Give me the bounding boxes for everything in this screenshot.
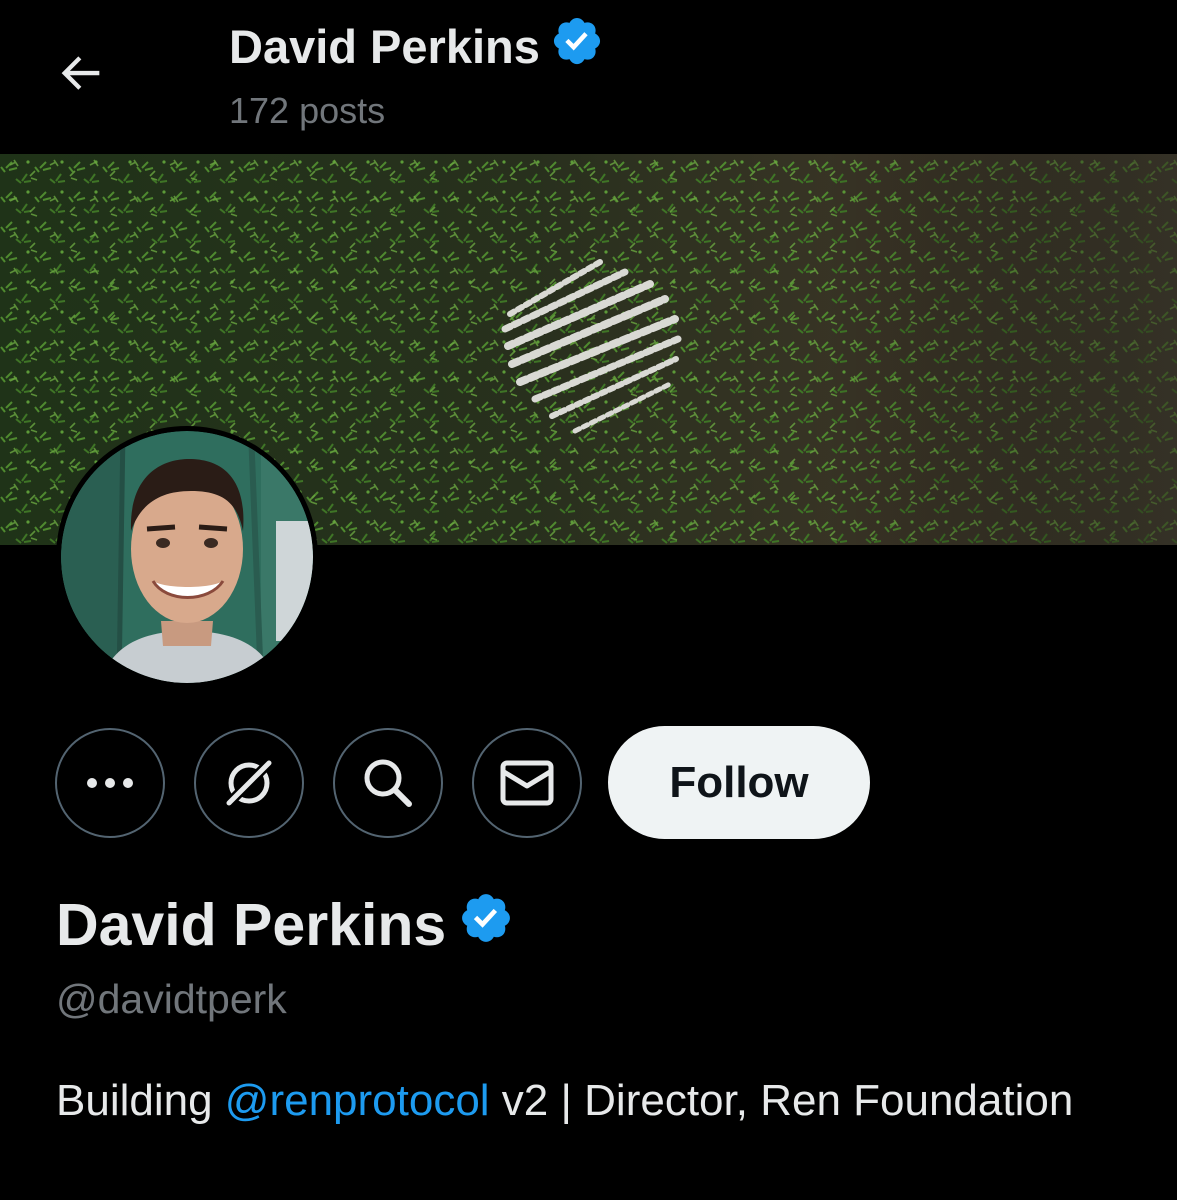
header-title: David Perkins — [229, 20, 540, 73]
bio-suffix: v2 | Director, Ren Foundation — [489, 1076, 1074, 1125]
post-count: 172 posts — [229, 90, 386, 131]
envelope-icon — [500, 760, 554, 805]
search-button[interactable] — [333, 727, 443, 838]
profile-actions: Follow — [55, 726, 870, 839]
verified-badge-icon — [550, 14, 604, 79]
bio-prefix: Building — [56, 1076, 225, 1125]
header-title-row: David Perkins — [229, 14, 604, 79]
profile-bio: Building @renprotocol v2 | Director, Ren… — [56, 1070, 1136, 1131]
grok-icon — [223, 756, 275, 809]
bio-mention-link[interactable]: @renprotocol — [225, 1076, 490, 1125]
top-bar: David Perkins 172 posts — [0, 0, 1177, 154]
arrow-left-icon — [61, 56, 100, 90]
more-horizontal-icon — [87, 777, 133, 788]
verified-badge-icon[interactable] — [458, 890, 514, 960]
more-button[interactable] — [55, 727, 165, 838]
search-icon — [364, 759, 412, 807]
grok-button[interactable] — [194, 727, 304, 838]
follow-button[interactable]: Follow — [608, 726, 870, 839]
profile-name-row: David Perkins — [56, 890, 514, 960]
profile-handle: @davidtperk — [56, 976, 287, 1022]
message-button[interactable] — [472, 727, 582, 838]
back-button[interactable] — [52, 42, 112, 102]
profile-name: David Perkins — [56, 892, 447, 958]
profile-avatar[interactable] — [56, 426, 318, 688]
